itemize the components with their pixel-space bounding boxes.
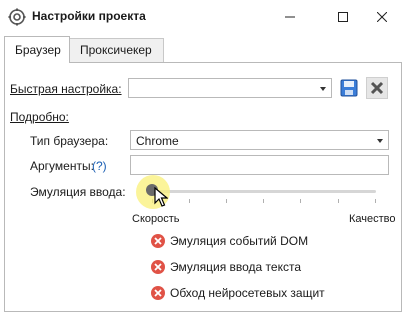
disabled-x-icon — [151, 260, 165, 274]
chevron-down-icon — [377, 139, 383, 143]
save-preset-button[interactable] — [338, 77, 360, 99]
browser-type-dropdown[interactable]: Chrome — [130, 130, 389, 150]
feature-status-neural-bypass: Обход нейросетевых защит — [151, 284, 325, 302]
slider-min-label: Скорость — [132, 213, 180, 225]
gear-icon — [8, 8, 26, 26]
delete-preset-button[interactable] — [366, 77, 388, 99]
feature-status-dom-events: Эмуляция событий DOM — [151, 232, 308, 250]
slider-max-label: Качество — [349, 213, 396, 225]
arguments-help-link[interactable]: (?) — [92, 159, 107, 173]
window-title: Настройки проекта — [32, 9, 146, 23]
slider-tick — [226, 199, 227, 203]
arguments-input[interactable] — [130, 155, 389, 175]
slider-tick — [338, 199, 339, 203]
slider-tick — [263, 199, 264, 203]
arguments-label: Аргументы: — [30, 159, 94, 173]
browser-type-value: Chrome — [136, 134, 179, 148]
quick-settings-label[interactable]: Быстрая настройка: — [10, 82, 122, 96]
feature-status-text-input: Эмуляция ввода текста — [151, 258, 301, 276]
tab-strip: Браузер Проксичекер — [0, 36, 405, 63]
close-button[interactable] — [359, 0, 405, 34]
chevron-down-icon — [320, 87, 326, 91]
mouse-cursor-icon — [154, 187, 168, 207]
maximize-icon — [338, 12, 348, 22]
save-icon — [340, 79, 358, 97]
settings-window: Настройки проекта Браузер Проксичекер Бы… — [0, 0, 405, 312]
quick-settings-dropdown[interactable] — [128, 78, 332, 98]
close-icon — [377, 12, 387, 22]
disabled-x-icon — [151, 286, 165, 300]
feature-label: Эмуляция ввода текста — [170, 260, 302, 274]
browser-type-label: Тип браузера: — [30, 134, 109, 148]
input-emulation-slider[interactable] — [152, 190, 376, 193]
minimize-icon — [285, 16, 295, 18]
slider-tick — [300, 199, 301, 203]
feature-label: Обход нейросетевых защит — [170, 286, 325, 300]
slider-tick — [189, 199, 190, 203]
tab-proxychecker[interactable]: Проксичекер — [70, 38, 164, 62]
minimize-button[interactable] — [267, 0, 313, 34]
slider-tick — [375, 199, 376, 203]
details-label[interactable]: Подробно: — [10, 110, 69, 124]
title-bar: Настройки проекта — [0, 0, 405, 34]
input-emulation-label: Эмуляция ввода: — [30, 185, 126, 199]
delete-icon — [370, 81, 384, 95]
disabled-x-icon — [151, 234, 165, 248]
feature-label: Эмуляция событий DOM — [170, 234, 309, 248]
tab-browser[interactable]: Браузер — [4, 36, 70, 63]
